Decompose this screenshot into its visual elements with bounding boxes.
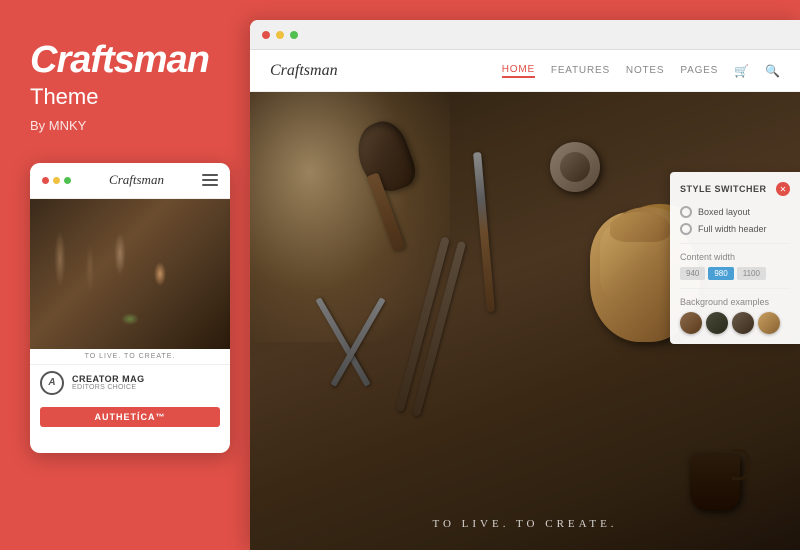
site-navigation: Craftsman Home Features Notes Pages 🛒 🔍 — [250, 50, 800, 92]
switcher-divider-2 — [680, 288, 790, 289]
site-hero: To Live. To Create. Style Switcher ✕ Box… — [250, 92, 800, 550]
cart-icon[interactable]: 🛒 — [734, 64, 749, 78]
nav-link-home[interactable]: Home — [502, 64, 535, 78]
theme-title: Craftsman — [30, 40, 209, 82]
nav-link-features[interactable]: Features — [551, 65, 610, 76]
content-width-label: Content width — [680, 252, 790, 262]
bg-swatch-3[interactable] — [732, 312, 754, 334]
switcher-title: Style Switcher — [680, 184, 767, 194]
nav-link-notes[interactable]: Notes — [626, 65, 664, 76]
mobile-site-logo: Craftsman — [109, 172, 164, 188]
switcher-divider-1 — [680, 243, 790, 244]
badge-text: Creator Mag Editors Choice — [72, 374, 145, 391]
theme-subtitle: Theme — [30, 84, 98, 110]
hero-tagline: To Live. To Create. — [432, 518, 617, 530]
mobile-creator-badge: A Creator Mag Editors Choice — [30, 364, 230, 401]
mobile-tagline: To Live. To Create. — [30, 349, 230, 364]
badge-title: Creator Mag — [72, 374, 145, 384]
switcher-close-button[interactable]: ✕ — [776, 182, 790, 196]
browser-dot-green[interactable] — [290, 31, 298, 39]
option-boxed-layout[interactable]: Boxed layout — [680, 206, 790, 218]
mobile-dot-green — [64, 177, 71, 184]
browser-dot-red[interactable] — [262, 31, 270, 39]
mobile-mockup: Craftsman To Live. To Create. A Creator … — [30, 163, 230, 453]
browser-dot-yellow[interactable] — [276, 31, 284, 39]
bg-swatch-4[interactable] — [758, 312, 780, 334]
width-btn-1100[interactable]: 1100 — [737, 267, 766, 280]
width-btn-980[interactable]: 980 — [708, 267, 733, 280]
style-switcher-panel: Style Switcher ✕ Boxed layout Full width… — [670, 172, 800, 344]
left-panel: Craftsman Theme By MNKY Craftsman To Liv… — [0, 0, 240, 550]
width-buttons-group: 940 980 1100 — [680, 267, 790, 280]
mobile-dot-red — [42, 177, 49, 184]
background-swatches — [680, 312, 790, 334]
width-btn-940[interactable]: 940 — [680, 267, 705, 280]
bg-swatch-1[interactable] — [680, 312, 702, 334]
nav-links: Home Features Notes Pages 🛒 🔍 — [502, 64, 780, 78]
mobile-hero-image — [30, 199, 230, 349]
radio-boxed-layout[interactable] — [680, 206, 692, 218]
switcher-header: Style Switcher ✕ — [680, 182, 790, 196]
search-icon[interactable]: 🔍 — [765, 64, 780, 78]
browser-chrome — [250, 20, 800, 50]
site-logo: Craftsman — [270, 62, 338, 80]
badge-subtitle: Editors Choice — [72, 384, 145, 391]
nav-link-pages[interactable]: Pages — [680, 65, 718, 76]
background-label: Background examples — [680, 297, 790, 307]
radio-full-width[interactable] — [680, 223, 692, 235]
option-full-width[interactable]: Full width header — [680, 223, 790, 235]
mobile-auth-button[interactable]: Authetíca™ — [40, 407, 220, 427]
hero-light-effect — [250, 92, 450, 342]
mobile-top-bar: Craftsman — [30, 163, 230, 199]
theme-author: By MNKY — [30, 118, 86, 133]
desktop-mockup: Craftsman Home Features Notes Pages 🛒 🔍 — [250, 20, 800, 550]
mobile-dot-yellow — [53, 177, 60, 184]
option-boxed-label: Boxed layout — [698, 207, 750, 217]
option-full-width-label: Full width header — [698, 224, 767, 234]
mobile-hamburger-icon[interactable] — [202, 174, 218, 186]
bg-swatch-2[interactable] — [706, 312, 728, 334]
mobile-window-dots — [42, 177, 71, 184]
badge-circle-icon: A — [40, 371, 64, 395]
